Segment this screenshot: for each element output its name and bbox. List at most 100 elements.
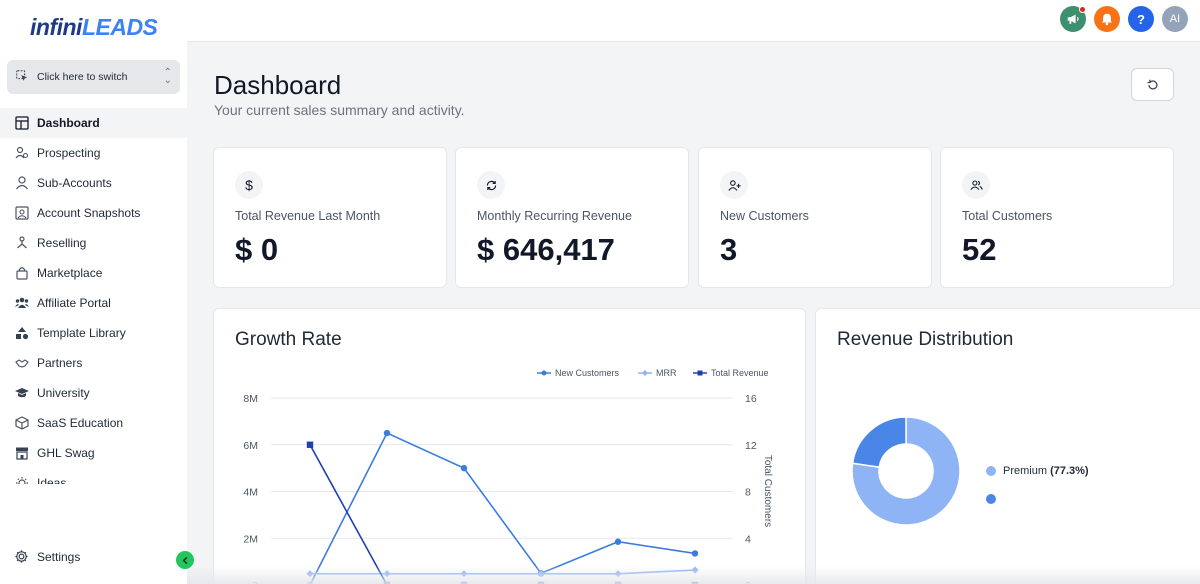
sidebar-item-template-library[interactable]: Template Library bbox=[0, 318, 187, 348]
logo-text-leads: LEADS bbox=[81, 14, 158, 40]
sidebar-item-ghl-swag[interactable]: GHL Swag bbox=[0, 438, 187, 468]
y-right-tick-label: 4 bbox=[745, 533, 751, 545]
data-point bbox=[306, 570, 314, 578]
y-left-tick-label: 2M bbox=[243, 533, 258, 545]
sidebar-item-label: Partners bbox=[37, 356, 83, 370]
legend-dot bbox=[986, 494, 996, 504]
pointer-click-icon bbox=[15, 69, 31, 85]
refresh-button[interactable] bbox=[1131, 68, 1174, 101]
avatar-initials: AI bbox=[1169, 13, 1181, 25]
logo[interactable]: infiniLEADS bbox=[30, 14, 158, 41]
y-left-tick-label: 4M bbox=[243, 487, 258, 499]
growth-rate-card: Growth Rate New Customers MRR Total Reve… bbox=[213, 308, 806, 584]
sidebar-item-saas-education[interactable]: SaaS Education bbox=[0, 408, 187, 438]
series-line-total-revenue bbox=[309, 444, 388, 584]
refresh-cycle-icon bbox=[477, 171, 505, 199]
sidebar-item-label: SaaS Education bbox=[37, 416, 124, 430]
sidebar-item-label: Dashboard bbox=[37, 116, 100, 130]
stat-label: New Customers bbox=[720, 209, 809, 223]
pie-legend-other[interactable] bbox=[986, 494, 1003, 504]
snapshot-icon bbox=[14, 205, 30, 221]
sidebar-item-affiliate-portal[interactable]: Affiliate Portal bbox=[0, 288, 187, 318]
prospecting-icon bbox=[14, 145, 30, 161]
growth-rate-chart: 0 2M 4M 6M 8M 0 4 8 12 16 Total Customers bbox=[243, 393, 773, 584]
settings-link[interactable]: Settings bbox=[14, 549, 80, 565]
topbar-actions: ? AI bbox=[1060, 6, 1188, 32]
notifications-button[interactable] bbox=[1094, 6, 1120, 32]
series-line-mrr bbox=[310, 569, 696, 575]
revenue-distribution-card: Revenue Distribution Premium (77.3%) bbox=[815, 308, 1200, 584]
chevron-left-icon bbox=[182, 556, 187, 564]
stat-label: Total Customers bbox=[962, 209, 1053, 223]
y-left-tick-label: 0 bbox=[252, 580, 258, 584]
sidebar-item-university[interactable]: University bbox=[0, 378, 187, 408]
data-point bbox=[691, 566, 699, 574]
data-point bbox=[691, 550, 699, 557]
dollar-icon: $ bbox=[235, 171, 263, 199]
revenue-distribution-title: Revenue Distribution bbox=[837, 329, 1014, 350]
stat-card-new-customers: New Customers 3 bbox=[698, 147, 932, 288]
account-switcher[interactable]: Click here to switch ⌃ ⌄ bbox=[7, 60, 180, 94]
data-point bbox=[614, 570, 622, 578]
users-icon bbox=[962, 171, 990, 199]
shapes-icon bbox=[14, 325, 30, 341]
switcher-label: Click here to switch bbox=[37, 71, 128, 83]
pie-slice-1[interactable] bbox=[851, 416, 907, 468]
sidebar-item-label: Ideas bbox=[37, 476, 67, 484]
avatar[interactable]: AI bbox=[1162, 6, 1188, 32]
data-point bbox=[383, 429, 391, 437]
box-icon bbox=[14, 415, 30, 431]
notification-dot bbox=[1079, 6, 1086, 13]
sidebar: infiniLEADS Click here to switch ⌃ ⌄ Dash… bbox=[0, 0, 187, 584]
sidebar-item-label: Marketplace bbox=[37, 266, 103, 280]
sidebar-item-ideas[interactable]: Ideas bbox=[0, 468, 187, 484]
legend-label: Premium bbox=[1003, 465, 1048, 477]
stat-value: 3 bbox=[720, 232, 738, 267]
bell-icon bbox=[1101, 13, 1113, 26]
data-point bbox=[306, 441, 314, 448]
sidebar-item-dashboard[interactable]: Dashboard bbox=[0, 108, 187, 138]
stat-card-total-revenue: $ Total Revenue Last Month $ 0 bbox=[213, 147, 447, 288]
settings-label: Settings bbox=[37, 550, 81, 564]
stat-value: $ 646,417 bbox=[477, 232, 615, 267]
sidebar-item-label: Reselling bbox=[37, 236, 87, 250]
stat-value: 52 bbox=[962, 232, 997, 267]
collapse-sidebar-button[interactable] bbox=[176, 551, 194, 569]
stat-label: Total Revenue Last Month bbox=[235, 209, 381, 223]
sidebar-item-prospecting[interactable]: Prospecting bbox=[0, 138, 187, 168]
y-right-tick-label: 12 bbox=[745, 440, 757, 452]
user-icon bbox=[14, 175, 30, 191]
logo-text-infini: infini bbox=[30, 14, 82, 40]
topbar: ? AI bbox=[187, 0, 1200, 42]
sidebar-item-account-snapshots[interactable]: Account Snapshots bbox=[0, 198, 187, 228]
sidebar-item-label: Account Snapshots bbox=[37, 206, 141, 220]
revenue-distribution-chart bbox=[851, 416, 961, 526]
stat-label: Monthly Recurring Revenue bbox=[477, 209, 632, 223]
stat-card-total-customers: Total Customers 52 bbox=[940, 147, 1174, 288]
page-subtitle: Your current sales summary and activity. bbox=[214, 102, 465, 118]
y-left-tick-label: 6M bbox=[243, 440, 258, 452]
pie-legend-premium[interactable]: Premium (77.3%) bbox=[986, 465, 1089, 477]
chevron-updown-icon: ⌃ ⌄ bbox=[163, 67, 172, 86]
page-title: Dashboard bbox=[214, 70, 342, 100]
sidebar-item-label: Prospecting bbox=[37, 146, 101, 160]
legend-dot bbox=[986, 466, 996, 476]
store-icon bbox=[14, 445, 30, 461]
handshake-icon bbox=[14, 355, 30, 371]
data-point bbox=[614, 538, 622, 545]
help-button[interactable]: ? bbox=[1128, 6, 1154, 32]
y-right-tick-label: 8 bbox=[745, 487, 751, 499]
sidebar-item-partners[interactable]: Partners bbox=[0, 348, 187, 378]
data-point bbox=[460, 570, 468, 578]
gear-icon bbox=[14, 549, 30, 565]
sidebar-item-reselling[interactable]: Reselling bbox=[0, 228, 187, 258]
megaphone-icon bbox=[1067, 14, 1079, 24]
data-point bbox=[383, 570, 391, 578]
stat-card-mrr: Monthly Recurring Revenue $ 646,417 bbox=[455, 147, 689, 288]
sidebar-item-label: GHL Swag bbox=[37, 446, 95, 460]
sidebar-item-sub-accounts[interactable]: Sub-Accounts bbox=[0, 168, 187, 198]
y-left-tick-label: 8M bbox=[243, 393, 258, 405]
series-line-new-customers bbox=[309, 432, 696, 584]
sidebar-item-marketplace[interactable]: Marketplace bbox=[0, 258, 187, 288]
announcements-button[interactable] bbox=[1060, 6, 1086, 32]
